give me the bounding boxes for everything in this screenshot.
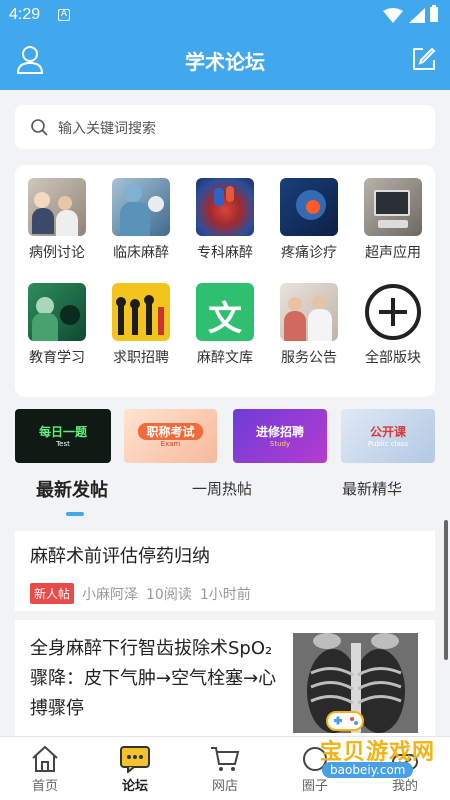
category-all[interactable]: 全部版块 [353,283,433,383]
post-title: 麻醉术前评估停药归纳 [30,546,210,567]
library-glyph: 文 [208,299,242,339]
category-announcement[interactable]: 服务公告 [269,283,349,383]
tab-indicator [66,512,84,516]
jobs-icon [112,283,170,341]
signal-icon [409,8,425,23]
post-meta: 新人帖 小麻阿泽 10阅读 1小时前 [30,583,251,604]
category-pain-treatment[interactable]: 疼痛诊疗 [269,178,349,278]
page-title: 学术论坛 [185,50,265,74]
tab-weekly-hot[interactable]: 一周热帖 [192,478,252,499]
plus-circle-icon [364,283,422,341]
post-author: 小麻阿泽 [82,586,139,603]
category-ultrasound[interactable]: 超声应用 [353,178,433,278]
edit-icon[interactable] [412,47,436,71]
category-label: 全部版块 [365,350,421,366]
nav-home[interactable]: 首页 [0,737,90,800]
tab-latest[interactable]: 最新发帖 [36,476,108,502]
banner-subtitle: Study [269,440,291,448]
post-time: 1小时前 [199,586,251,603]
tab-latest-featured[interactable]: 最新精华 [342,478,402,499]
banner-subtitle: Exam [160,440,181,448]
ultrasound-icon [364,178,422,236]
announcement-icon [280,283,338,341]
forum-icon [120,746,150,773]
banner-study-jobs[interactable]: 进修招聘 Study [233,409,327,463]
pain-treatment-icon [280,178,338,236]
category-label: 麻醉文库 [197,350,253,366]
watermark-url: baobeiy.com [322,762,414,778]
banner-strip: 每日一题 Test 职称考试 Exam 进修招聘 Study 公开课 Publi… [15,409,450,464]
status-time: 4:29 [9,6,41,23]
cart-icon [211,747,240,771]
nav-label: 论坛 [121,779,148,794]
category-label: 服务公告 [281,350,337,366]
nav-forum[interactable]: 论坛 [90,737,180,800]
banner-subtitle: Public class [367,440,409,448]
banner-title: 公开课 [369,425,406,439]
nav-shop[interactable]: 网店 [180,737,270,800]
home-icon [32,745,58,772]
category-clinical-anesthesia[interactable]: 临床麻醉 [101,178,181,278]
category-label: 专科麻醉 [197,245,253,261]
category-label: 求职招聘 [113,350,169,366]
post-reads: 10阅读 [146,586,192,603]
specialty-anesthesia-icon [196,178,254,236]
nav-label: 网店 [211,779,238,794]
category-jobs[interactable]: 求职招聘 [101,283,181,383]
battery-icon [430,5,438,22]
app-bar: 学术论坛 [0,30,450,90]
category-label: 教育学习 [29,350,85,366]
post-tabs: 最新发帖 一周热帖 最新精华 [0,470,450,520]
library-icon: 文 [196,283,254,341]
banner-subtitle: Test [56,440,70,448]
category-grid: 病例讨论 临床麻醉 专科麻醉 疼痛诊疗 超声应用 教育学习 求职招聘 文 麻醉文… [15,165,435,397]
banner-title: 职称考试 [138,423,203,440]
post-title: 全身麻醉下行智齿拔除术SpO₂骤降：皮下气肿→空气栓塞→心搏骤停 [30,638,277,719]
clinical-anesthesia-icon [112,178,170,236]
category-label: 病例讨论 [29,245,85,261]
nav-label: 首页 [31,779,58,794]
category-library[interactable]: 文 麻醉文库 [185,283,265,383]
search-bar[interactable]: 输入关键词搜索 [15,105,435,149]
education-icon [28,283,86,341]
new-user-badge: 新人帖 [30,583,75,604]
banner-public-class[interactable]: 公开课 Public class [341,409,435,463]
watermark-logo: 宝贝游戏网 baobeiy.com [300,708,450,800]
sim-icon: A [58,9,70,21]
category-case-discussion[interactable]: 病例讨论 [17,178,97,278]
scrollbar[interactable] [444,520,448,660]
category-label: 疼痛诊疗 [281,245,337,261]
banner-daily-question[interactable]: 每日一题 Test [15,409,111,463]
banner-title-exam[interactable]: 职称考试 Exam [124,409,217,463]
category-label: 临床麻醉 [113,245,169,261]
category-education[interactable]: 教育学习 [17,283,97,383]
post-item[interactable]: 麻醉术前评估停药归纳 新人帖 小麻阿泽 10阅读 1小时前 [15,531,435,611]
banner-title: 每日一题 [38,425,87,439]
search-icon [31,119,48,136]
category-label: 超声应用 [365,245,421,261]
gamepad-icon [326,711,364,731]
banner-title: 进修招聘 [255,425,304,439]
case-discussion-icon [28,178,86,236]
category-specialty-anesthesia[interactable]: 专科麻醉 [185,178,265,278]
status-bar: 4:29 A [0,0,450,30]
search-input[interactable]: 输入关键词搜索 [58,118,156,138]
wifi-icon [383,8,403,23]
